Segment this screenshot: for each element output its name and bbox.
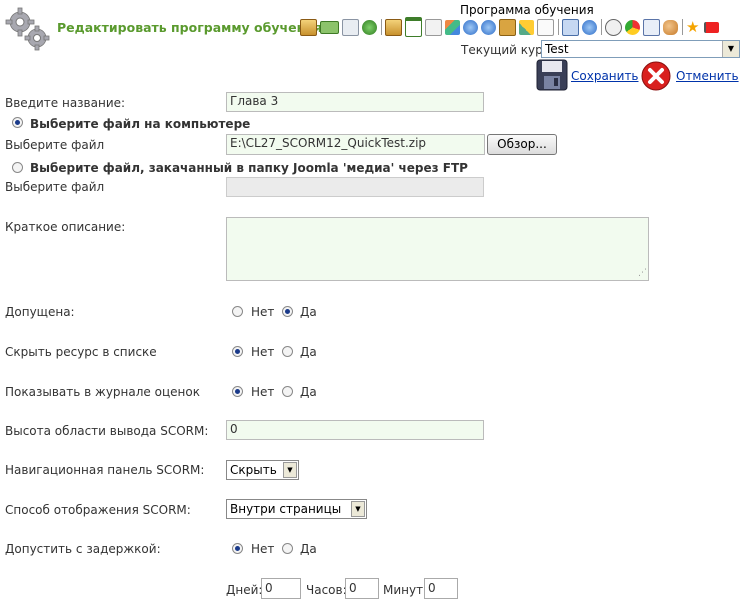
display-mode-value: Внутри страницы xyxy=(230,502,342,516)
short-desc-textarea[interactable] xyxy=(226,217,649,281)
page-title: Редактировать программу обучения xyxy=(57,20,323,35)
hide-label: Скрыть ресурс в списке xyxy=(5,345,157,359)
help-icon[interactable] xyxy=(463,19,478,35)
search-icon[interactable] xyxy=(605,18,622,36)
hide-no-radio[interactable] xyxy=(232,346,243,357)
home-icon[interactable] xyxy=(300,18,317,36)
globe-icon[interactable] xyxy=(362,19,377,35)
nav-panel-select[interactable]: Скрыть ▼ xyxy=(226,460,299,480)
hide-yes-label: Да xyxy=(300,345,317,359)
published-yes-label: Да xyxy=(300,305,317,319)
published-yes-radio[interactable] xyxy=(282,306,293,317)
file-path-input[interactable]: E:\CL27_SCORM12_QuickTest.zip xyxy=(226,134,485,155)
globe-icon[interactable] xyxy=(582,19,597,35)
hours-label: Часов: xyxy=(306,583,347,597)
hide-no-label: Нет xyxy=(251,345,275,359)
days-input[interactable]: 0 xyxy=(261,578,301,599)
cancel-icon[interactable] xyxy=(641,61,671,91)
current-course-value: Test xyxy=(545,42,569,56)
choose-local-label: Выберите файл на компьютере xyxy=(30,117,251,131)
chevron-down-icon[interactable]: ▼ xyxy=(722,41,739,57)
minutes-label: Минут: xyxy=(383,583,428,597)
display-mode-select[interactable]: Внутри страницы ▼ xyxy=(226,499,367,519)
toolbar-divider xyxy=(558,19,559,35)
toolbar-divider xyxy=(381,19,382,35)
money-icon[interactable] xyxy=(320,20,339,34)
choose-ftp-label: Выберите файл, закачанный в папку Joomla… xyxy=(30,161,468,175)
display-mode-label: Способ отображения SCORM: xyxy=(5,503,191,517)
resize-grip-icon[interactable]: ⋰ xyxy=(638,268,647,278)
tags-icon[interactable] xyxy=(445,19,460,35)
name-input[interactable]: Глава 3 xyxy=(226,92,484,112)
chart-icon[interactable] xyxy=(625,19,640,35)
hide-yes-radio[interactable] xyxy=(282,346,293,357)
info-icon[interactable] xyxy=(481,19,496,35)
mail-icon[interactable] xyxy=(643,18,660,36)
home-icon[interactable] xyxy=(385,18,402,36)
current-course-label: Текущий курс xyxy=(461,43,550,57)
pages-icon[interactable] xyxy=(425,18,442,36)
choose-file-ftp-label: Выберите файл xyxy=(5,180,105,194)
delay-label: Допустить с задержкой: xyxy=(5,542,161,556)
save-button[interactable]: Сохранить xyxy=(571,69,639,83)
short-desc-label: Краткое описание: xyxy=(5,220,126,234)
gradebook-yes-radio[interactable] xyxy=(282,386,293,397)
hours-input[interactable]: 0 xyxy=(345,578,379,599)
lock-icon[interactable] xyxy=(499,18,516,36)
height-label: Высота области вывода SCORM: xyxy=(5,424,209,438)
chevron-down-icon[interactable]: ▼ xyxy=(351,501,365,517)
ftp-file-select[interactable] xyxy=(226,177,484,197)
gradebook-no-radio[interactable] xyxy=(232,386,243,397)
delay-yes-label: Да xyxy=(300,542,317,556)
edit-icon[interactable] xyxy=(537,18,554,36)
cancel-button[interactable]: Отменить xyxy=(676,69,739,83)
nav-panel-value: Скрыть xyxy=(230,463,277,477)
calendar-icon[interactable] xyxy=(405,17,422,37)
gradebook-no-label: Нет xyxy=(251,385,275,399)
flag-icon[interactable] xyxy=(704,21,719,33)
copy-icon[interactable] xyxy=(342,18,359,36)
delay-no-radio[interactable] xyxy=(232,543,243,554)
chevron-down-icon[interactable]: ▼ xyxy=(283,462,297,478)
name-label: Введите название: xyxy=(5,96,126,110)
published-no-label: Нет xyxy=(251,305,275,319)
radio-file-local[interactable] xyxy=(12,117,23,128)
chat-icon[interactable] xyxy=(562,18,579,36)
star-icon[interactable]: ★ xyxy=(686,19,701,35)
toolbar: ★ xyxy=(300,17,722,37)
delay-yes-radio[interactable] xyxy=(282,543,293,554)
radio-file-ftp[interactable] xyxy=(12,162,23,173)
height-input[interactable]: 0 xyxy=(226,420,484,440)
gears-icon xyxy=(5,7,50,51)
days-label: Дней: xyxy=(226,583,263,597)
minutes-input[interactable]: 0 xyxy=(424,578,458,599)
browse-button[interactable]: Обзор... xyxy=(487,134,557,155)
current-course-select[interactable]: Test ▼ xyxy=(541,40,740,58)
gradebook-label: Показывать в журнале оценок xyxy=(5,385,200,399)
gradebook-yes-label: Да xyxy=(300,385,317,399)
pencil-icon[interactable] xyxy=(519,19,534,35)
toolbar-divider xyxy=(601,19,602,35)
choose-file-label: Выберите файл xyxy=(5,138,105,152)
published-no-radio[interactable] xyxy=(232,306,243,317)
toolbar-divider xyxy=(682,19,683,35)
users-icon[interactable] xyxy=(663,19,678,35)
delay-no-label: Нет xyxy=(251,542,275,556)
save-icon[interactable] xyxy=(536,59,568,91)
nav-panel-label: Навигационная панель SCORM: xyxy=(5,463,205,477)
program-title: Программа обучения xyxy=(460,3,594,17)
published-label: Допущена: xyxy=(5,305,75,319)
